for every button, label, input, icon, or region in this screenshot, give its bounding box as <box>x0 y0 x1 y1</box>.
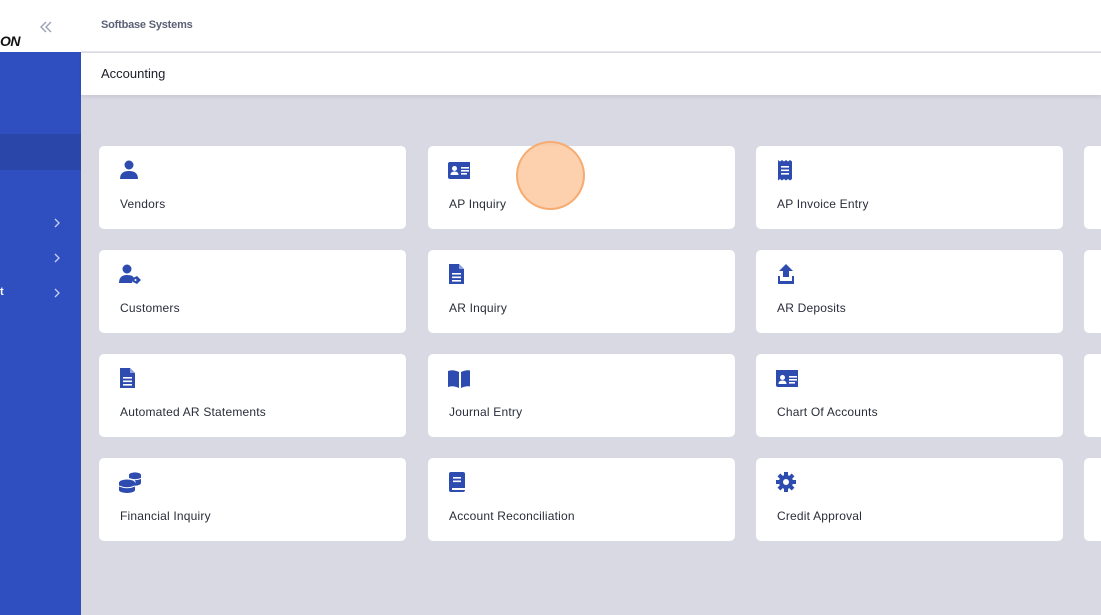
tile-journal-entry[interactable]: Journal Entry <box>428 354 735 437</box>
sidebar-item-1[interactable] <box>0 214 81 234</box>
tile-label: Vendors <box>120 197 166 211</box>
tile-label: Financial Inquiry <box>120 509 211 523</box>
tile-vendors[interactable]: Vendors <box>99 146 406 229</box>
book-icon <box>449 472 465 492</box>
tile-label: Chart Of Accounts <box>777 405 878 419</box>
sidebar-logo-area: ON <box>0 0 81 52</box>
tile-partial[interactable] <box>1084 354 1101 437</box>
tile-ap-invoice-entry[interactable]: AP Invoice Entry <box>756 146 1063 229</box>
id-card-icon <box>448 162 470 179</box>
coins-icon <box>119 472 141 493</box>
id-card-icon <box>776 370 798 387</box>
sidebar-item-3[interactable]: t <box>0 284 81 304</box>
chevron-right-icon <box>54 288 60 298</box>
tile-label: Account Reconciliation <box>449 509 575 523</box>
file-icon <box>120 368 135 388</box>
sidebar-item-active[interactable] <box>0 134 81 170</box>
page-header: Accounting <box>81 53 1101 95</box>
tile-chart-of-accounts[interactable]: Chart Of Accounts <box>756 354 1063 437</box>
tile-partial[interactable] <box>1084 250 1101 333</box>
tile-label: Automated AR Statements <box>120 405 267 419</box>
logo: ON <box>0 33 21 49</box>
tile-label: AR Inquiry <box>449 301 508 315</box>
top-bar: Softbase Systems <box>81 0 1101 52</box>
upload-icon <box>778 264 794 284</box>
tile-customers[interactable]: Customers <box>99 250 406 333</box>
user-tag-icon <box>119 264 141 284</box>
chevron-right-icon <box>54 253 60 263</box>
tile-partial[interactable] <box>1084 146 1101 229</box>
sidebar: ON t <box>0 0 81 615</box>
tile-ar-deposits[interactable]: AR Deposits <box>756 250 1063 333</box>
gear-icon <box>776 472 796 492</box>
file-icon <box>449 264 464 284</box>
page-title: Accounting <box>101 66 166 81</box>
tile-ar-inquiry[interactable]: AR Inquiry <box>428 250 735 333</box>
sidebar-item-2[interactable] <box>0 249 81 269</box>
tile-label: AP Inquiry <box>449 197 507 211</box>
user-icon <box>120 160 138 179</box>
sidebar-item-label: t <box>0 286 4 298</box>
tile-label: Journal Entry <box>449 405 523 419</box>
tile-automated-ar-statements[interactable]: Automated AR Statements <box>99 354 406 437</box>
tile-label: Credit Approval <box>777 509 863 523</box>
receipt-icon <box>778 160 792 181</box>
click-indicator <box>516 141 585 210</box>
tile-label: AP Invoice Entry <box>777 197 869 211</box>
tile-partial[interactable] <box>1084 458 1101 541</box>
tile-account-reconciliation[interactable]: Account Reconciliation <box>428 458 735 541</box>
chevron-right-icon <box>54 218 60 228</box>
collapse-sidebar-icon[interactable] <box>37 18 55 36</box>
tile-label: AR Deposits <box>777 301 846 315</box>
company-name: Softbase Systems <box>101 19 193 31</box>
tile-financial-inquiry[interactable]: Financial Inquiry <box>99 458 406 541</box>
tile-credit-approval[interactable]: Credit Approval <box>756 458 1063 541</box>
book-open-icon <box>448 370 470 388</box>
tile-label: Customers <box>120 301 180 315</box>
